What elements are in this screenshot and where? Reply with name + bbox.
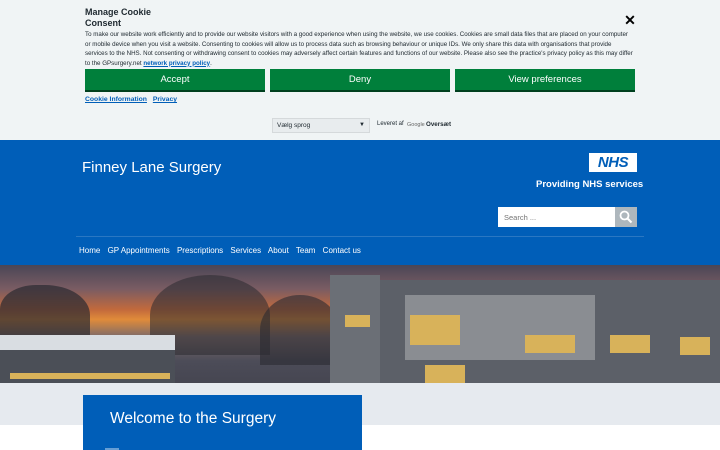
- welcome-panel: Welcome to the Surgery: [83, 395, 362, 450]
- nhs-logo: NHS: [589, 153, 637, 172]
- view-preferences-button[interactable]: View preferences: [455, 69, 635, 92]
- nav-item-team[interactable]: Team: [296, 246, 316, 255]
- close-icon[interactable]: ✕: [622, 12, 638, 28]
- google-logo: Google: [407, 122, 425, 128]
- privacy-link[interactable]: Privacy: [153, 96, 177, 103]
- building-window: [345, 315, 370, 327]
- translate-link[interactable]: Oversæt: [426, 121, 451, 128]
- language-select-value: Vælg sprog: [277, 122, 311, 129]
- cookie-links: Cookie Information Privacy: [85, 96, 181, 103]
- building-window: [410, 315, 460, 345]
- nav-item-prescriptions[interactable]: Prescriptions: [177, 246, 223, 255]
- welcome-title: Welcome to the Surgery: [110, 410, 276, 427]
- main-nav: Home GP Appointments Prescriptions Servi…: [79, 246, 366, 255]
- lower-building: [0, 350, 175, 385]
- accept-button[interactable]: Accept: [85, 69, 265, 92]
- cookie-title: Manage Cookie Consent: [85, 7, 152, 28]
- cookie-banner: Manage Cookie Consent ✕ To make our webs…: [0, 0, 720, 110]
- translate-bar: Vælg sprog ▼ Leveret af Google Oversæt: [0, 110, 720, 140]
- building-window: [10, 373, 170, 379]
- header-divider: [76, 236, 644, 237]
- search-button[interactable]: [615, 207, 637, 227]
- deny-button[interactable]: Deny: [270, 69, 450, 92]
- building-window: [610, 335, 650, 353]
- nav-item-gp-appointments[interactable]: GP Appointments: [108, 246, 170, 255]
- nav-item-about[interactable]: About: [268, 246, 289, 255]
- cookie-information-link[interactable]: Cookie Information: [85, 96, 147, 103]
- tree-silhouette: [260, 295, 340, 365]
- nav-item-home[interactable]: Home: [79, 246, 100, 255]
- nav-item-services[interactable]: Services: [230, 246, 261, 255]
- cookie-text: To make our website work efficiently and…: [85, 30, 635, 68]
- powered-by-label: Leveret af: [377, 121, 404, 127]
- privacy-policy-link[interactable]: network privacy policy: [143, 60, 210, 67]
- cookie-text-end: .: [210, 59, 212, 67]
- search-icon: [619, 210, 633, 224]
- site-header: Finney Lane Surgery NHS Providing NHS se…: [0, 140, 720, 265]
- chevron-down-icon: ▼: [359, 122, 365, 128]
- nav-item-contact-us[interactable]: Contact us: [323, 246, 361, 255]
- building-tower: [330, 275, 380, 390]
- building-window: [425, 365, 465, 383]
- building-window: [680, 337, 710, 355]
- site-title[interactable]: Finney Lane Surgery: [82, 159, 221, 176]
- nhs-subtitle: Providing NHS services: [536, 179, 644, 190]
- building-window: [525, 335, 575, 353]
- search-input[interactable]: [498, 207, 615, 227]
- language-select[interactable]: Vælg sprog ▼: [272, 118, 370, 133]
